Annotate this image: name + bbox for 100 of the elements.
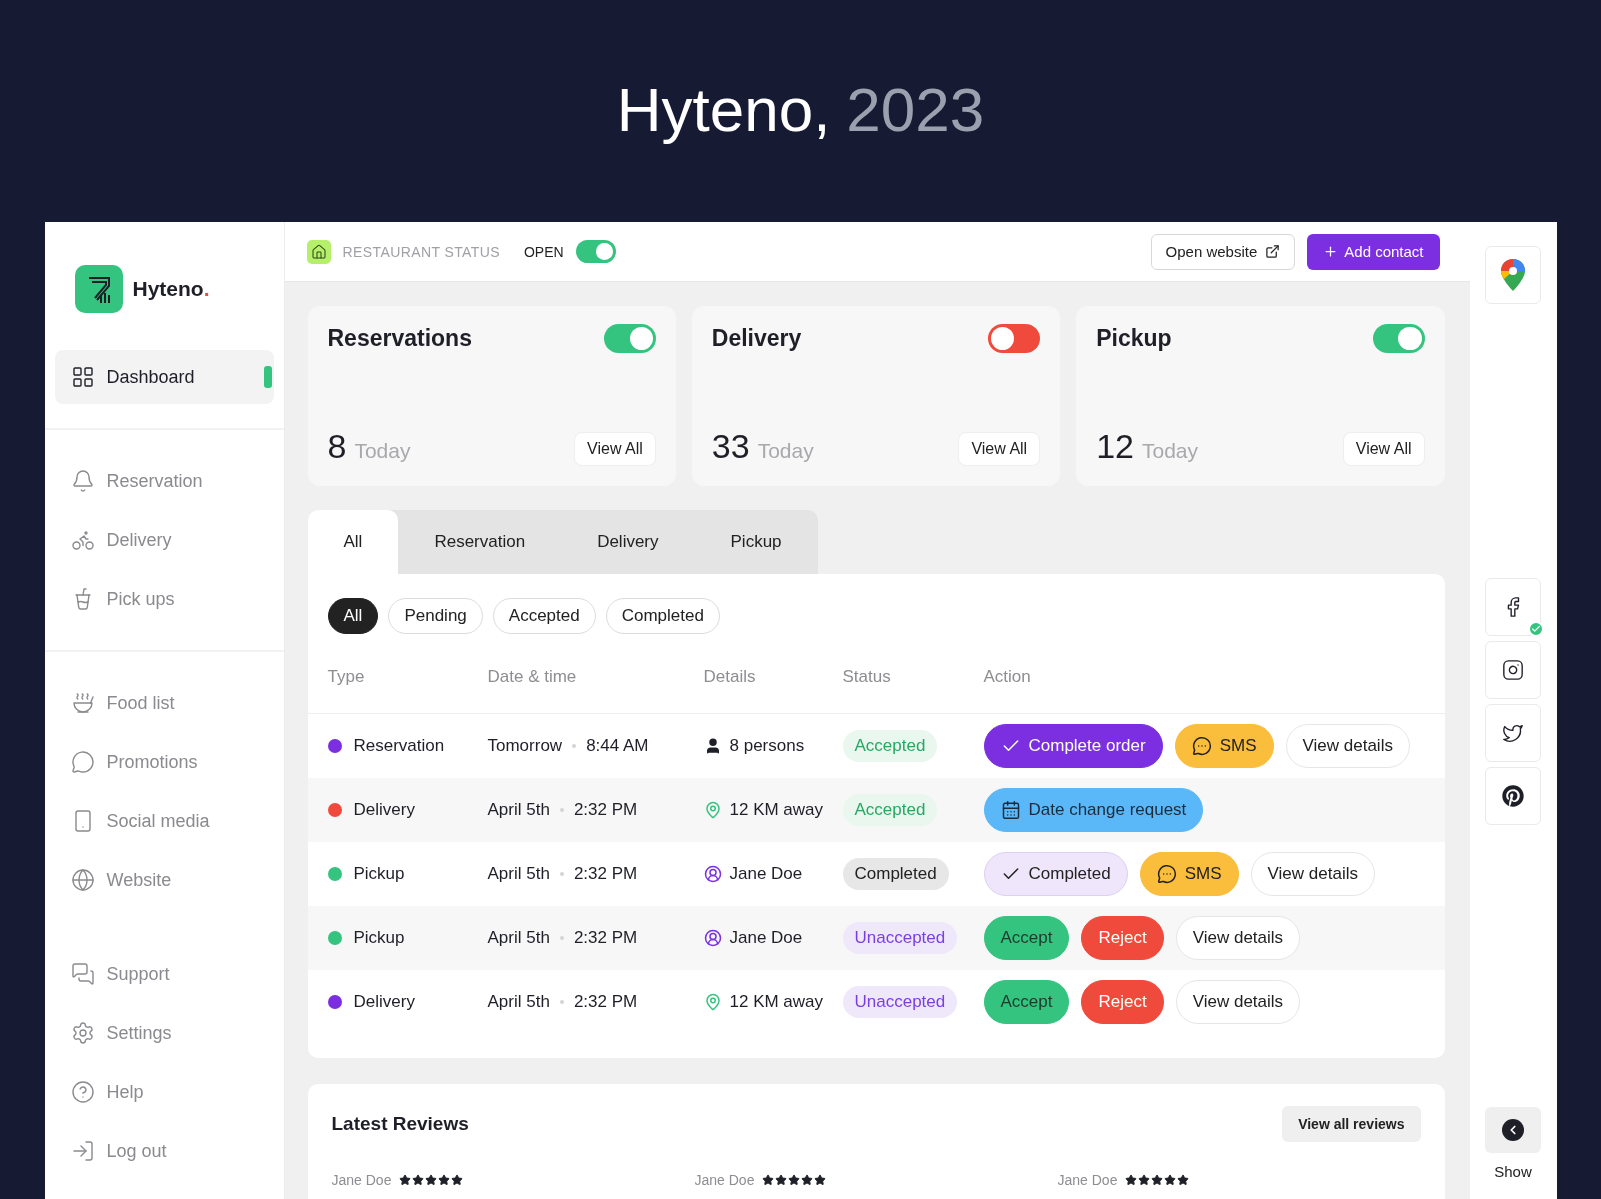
accept-button[interactable]: Accept bbox=[983, 980, 1070, 1024]
complete-button[interactable]: Complete order bbox=[983, 724, 1163, 768]
type-label: Pickup bbox=[353, 928, 405, 948]
tab[interactable]: All bbox=[307, 510, 399, 574]
location-pin-icon bbox=[703, 801, 722, 819]
reviewer-name: Jane Doe bbox=[694, 1172, 755, 1188]
chevron-left-icon bbox=[1502, 1119, 1524, 1141]
settings-icon bbox=[70, 1021, 95, 1045]
star-icon bbox=[775, 1174, 788, 1186]
card-title: Reservations bbox=[327, 325, 472, 353]
star-icon bbox=[451, 1174, 464, 1186]
card-toggle[interactable] bbox=[603, 324, 656, 354]
card-count: 12 bbox=[1096, 427, 1134, 465]
star-icon bbox=[1177, 1174, 1190, 1186]
star-icon bbox=[425, 1174, 438, 1186]
bell-icon bbox=[70, 469, 95, 493]
completed-button[interactable]: Completed bbox=[983, 852, 1128, 896]
accept-button[interactable]: Accept bbox=[983, 916, 1070, 960]
filter-chip[interactable]: All bbox=[327, 598, 379, 634]
card-unit: Today bbox=[1142, 439, 1199, 462]
view-all-button[interactable]: View All bbox=[958, 432, 1041, 466]
home-icon bbox=[306, 239, 331, 264]
column-header: Status bbox=[842, 666, 892, 687]
page-title: Hyteno, bbox=[616, 73, 831, 145]
details-text: Jane Doe bbox=[729, 864, 803, 884]
view-all-button[interactable]: View All bbox=[1342, 432, 1425, 466]
type-label: Pickup bbox=[353, 864, 405, 884]
card-count: 8 bbox=[327, 427, 347, 465]
star-icon bbox=[1138, 1174, 1151, 1186]
nav-item[interactable]: Dashboard bbox=[54, 350, 274, 404]
show-panel-button[interactable] bbox=[1485, 1107, 1541, 1153]
date-change-button[interactable]: Date change request bbox=[983, 788, 1204, 832]
sms-button[interactable]: SMS bbox=[1139, 852, 1239, 896]
card-unit: Today bbox=[757, 439, 814, 462]
status-toggle[interactable] bbox=[575, 240, 616, 263]
tab[interactable]: Pickup bbox=[694, 510, 818, 574]
status-pill: Completed bbox=[842, 858, 949, 890]
open-website-button[interactable]: Open website bbox=[1150, 233, 1296, 270]
reviewer-name: Jane Doe bbox=[1057, 1172, 1118, 1188]
chat-bubbles-icon bbox=[70, 962, 95, 986]
view-all-reviews-button[interactable]: View all reviews bbox=[1282, 1106, 1421, 1142]
tab[interactable]: Delivery bbox=[561, 510, 695, 574]
star-icon bbox=[438, 1174, 451, 1186]
sms-button[interactable]: SMS bbox=[1174, 724, 1274, 768]
date-text: Tomorrow bbox=[487, 736, 563, 756]
filter-chip[interactable]: Pending bbox=[388, 598, 483, 634]
logo-icon bbox=[74, 265, 123, 313]
view-details-button[interactable]: View details bbox=[1175, 980, 1301, 1024]
view-details-button[interactable]: View details bbox=[1250, 852, 1375, 896]
location-pin-icon bbox=[703, 993, 722, 1011]
map-pin-icon bbox=[1501, 259, 1525, 291]
time-text: 2:32 PM bbox=[573, 992, 638, 1012]
status-pill: Accepted bbox=[842, 794, 938, 826]
star-icon bbox=[801, 1174, 814, 1186]
date-text: April 5th bbox=[487, 864, 550, 884]
social-button[interactable] bbox=[1485, 641, 1541, 699]
bowl-icon bbox=[70, 691, 95, 715]
social-button[interactable] bbox=[1485, 767, 1541, 825]
user-icon bbox=[703, 865, 722, 883]
column-header: Details bbox=[703, 666, 757, 687]
status-pill: Unaccepted bbox=[842, 986, 958, 1018]
reviewer-name: Jane Doe bbox=[331, 1172, 392, 1188]
view-details-button[interactable]: View details bbox=[1285, 724, 1410, 768]
tab[interactable]: Reservation bbox=[398, 510, 562, 574]
status-pill: Unaccepted bbox=[842, 922, 958, 954]
help-icon bbox=[70, 1080, 95, 1104]
type-label: Reservation bbox=[353, 736, 445, 756]
separator-dot bbox=[559, 872, 564, 876]
details-text: Jane Doe bbox=[729, 928, 803, 948]
globe-icon bbox=[70, 868, 95, 892]
column-header: Type bbox=[327, 666, 366, 687]
star-icon bbox=[814, 1174, 827, 1186]
star-icon bbox=[1125, 1174, 1138, 1186]
calendar-icon bbox=[1000, 800, 1021, 820]
type-label: Delivery bbox=[353, 800, 415, 820]
separator-dot bbox=[559, 1000, 564, 1004]
twitter-icon bbox=[1502, 722, 1524, 744]
star-icon bbox=[399, 1174, 412, 1186]
message-icon bbox=[1191, 736, 1212, 756]
view-all-button[interactable]: View All bbox=[574, 432, 656, 466]
social-button[interactable] bbox=[1485, 704, 1541, 762]
user-icon bbox=[703, 929, 722, 947]
time-text: 8:44 AM bbox=[586, 736, 649, 756]
card-toggle[interactable] bbox=[1372, 324, 1425, 354]
reject-button[interactable]: Reject bbox=[1081, 916, 1164, 960]
maps-button[interactable] bbox=[1485, 246, 1541, 304]
view-details-button[interactable]: View details bbox=[1175, 916, 1301, 960]
reject-button[interactable]: Reject bbox=[1081, 980, 1164, 1024]
show-label: Show bbox=[1494, 1163, 1532, 1180]
date-text: April 5th bbox=[487, 800, 550, 820]
status-label: RESTAURANT STATUS bbox=[342, 243, 500, 260]
details-text: 8 persons bbox=[729, 736, 805, 756]
filter-chip[interactable]: Completed bbox=[605, 598, 720, 634]
card-toggle[interactable] bbox=[988, 324, 1041, 354]
add-contact-button[interactable]: Add contact bbox=[1307, 233, 1440, 270]
dashboard-icon bbox=[70, 365, 95, 389]
filter-chip[interactable]: Accepted bbox=[492, 598, 596, 634]
star-icon bbox=[762, 1174, 775, 1186]
details-text: 12 KM away bbox=[729, 992, 824, 1012]
type-label: Delivery bbox=[353, 992, 415, 1012]
